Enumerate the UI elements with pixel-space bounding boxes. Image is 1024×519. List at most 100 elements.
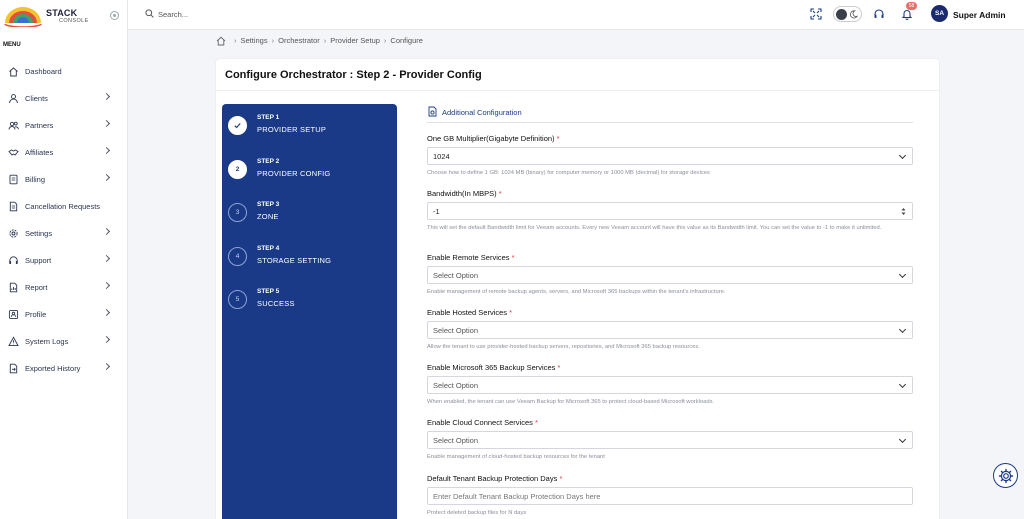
fullscreen-icon[interactable] <box>810 8 822 20</box>
sidebar-item-label: Billing <box>25 175 46 184</box>
default-tenant-backup-protection-days-input[interactable] <box>427 487 913 505</box>
breadcrumb-configure: Configure <box>390 36 423 45</box>
sidebar-item-support[interactable]: Support <box>0 247 128 274</box>
avatar[interactable]: SA <box>931 5 948 22</box>
text-input[interactable] <box>433 488 912 504</box>
topbar: 58 SA Super Admin <box>128 0 1024 30</box>
home-icon <box>8 66 19 77</box>
sidebar-item-report[interactable]: Report <box>0 274 128 301</box>
breadcrumb-settings[interactable]: Settings <box>241 36 268 45</box>
gear-icon <box>998 468 1013 483</box>
step-4: 4 STEP 4 STORAGE SETTING <box>228 245 393 275</box>
sidebar-item-system-logs[interactable]: System Logs <box>0 328 128 355</box>
logo-icon <box>4 7 42 27</box>
sidebar-collapse-icon[interactable] <box>110 11 119 20</box>
chevron-down-icon <box>898 380 907 389</box>
enable-remote-services-select[interactable]: Select Option <box>427 266 913 284</box>
field-label-text: Bandwidth(In MBPS) <box>427 189 497 198</box>
sidebar-item-exported-history[interactable]: Exported History <box>0 355 128 382</box>
headset-icon[interactable] <box>873 8 885 20</box>
sidebar-item-cancellation-requests[interactable]: Cancellation Requests <box>0 193 128 220</box>
sidebar-item-label: Exported History <box>25 364 81 373</box>
sidebar-item-label: Settings <box>25 229 53 238</box>
step-number: 3 <box>228 203 247 222</box>
bandwidth-input[interactable]: -1 <box>427 202 913 220</box>
required-marker: * <box>535 418 538 427</box>
select-value: Select Option <box>433 380 479 390</box>
section-header: Additional Configuration <box>427 106 913 123</box>
chevron-right-icon <box>102 335 111 344</box>
chevron-right-icon <box>102 308 111 317</box>
select-value: Select Option <box>433 325 479 335</box>
step-5: 5 STEP 5 SUCCESS <box>228 288 393 318</box>
breadcrumb-separator: › <box>271 36 275 45</box>
billing-icon <box>8 174 19 185</box>
field-label-text: Enable Microsoft 365 Backup Services <box>427 363 556 372</box>
input-value: -1 <box>433 206 440 216</box>
chevron-down-icon <box>898 435 907 444</box>
default-tenant-backup-protection-days-help: Protect deleted backup files for N days <box>427 510 527 516</box>
sidebar-item-dashboard[interactable]: Dashboard <box>0 58 128 85</box>
field-label-text: One GB Multiplier(Gigabyte Definition) <box>427 134 555 143</box>
sidebar: STACK CONSOLE MENU Dashboard Clients Partn… <box>0 0 128 519</box>
moon-icon <box>850 10 858 19</box>
sidebar-item-settings[interactable]: Settings <box>0 220 128 247</box>
enable-microsoft-365-backup-services-help: When enabled, the tenant can use Veeam B… <box>427 399 715 405</box>
enable-remote-services-help: Enable management of remote backup agent… <box>427 289 726 295</box>
export-icon <box>8 363 19 374</box>
step-name: STORAGE SETTING <box>257 255 332 265</box>
breadcrumb-orchestrator[interactable]: Orchestrator <box>278 36 320 45</box>
sidebar-item-affiliates[interactable]: Affiliates <box>0 139 128 166</box>
config-document-icon <box>428 106 437 117</box>
enable-hosted-services-help: Allow the tenant to use provider-hosted … <box>427 344 700 350</box>
search-input[interactable] <box>158 7 358 21</box>
chevron-right-icon <box>102 119 111 128</box>
breadcrumb-provider-setup[interactable]: Provider Setup <box>330 36 380 45</box>
chevron-right-icon <box>102 362 111 371</box>
sun-icon <box>836 9 847 20</box>
spinner-arrows-icon[interactable] <box>901 207 906 216</box>
sidebar-item-partners[interactable]: Partners <box>0 112 128 139</box>
enable-cloud-connect-services-select[interactable]: Select Option <box>427 431 913 449</box>
step-name: ZONE <box>257 212 279 221</box>
bandwidth-label: Bandwidth(In MBPS) * <box>427 189 502 198</box>
check-icon <box>228 116 247 135</box>
step-number: 5 <box>228 290 247 309</box>
select-value: Select Option <box>433 270 479 280</box>
chevron-right-icon <box>102 92 111 101</box>
chevron-right-icon <box>102 227 111 236</box>
sidebar-item-label: Dashboard <box>25 67 62 76</box>
home-icon[interactable] <box>216 36 226 46</box>
one-gb-multiplier-help: Choose how to define 1 GB: 1024 MB (bina… <box>427 170 710 176</box>
required-marker: * <box>559 474 563 483</box>
sidebar-item-clients[interactable]: Clients <box>0 85 128 112</box>
brand-logo[interactable]: STACK CONSOLE <box>4 5 124 27</box>
one-gb-multiplier-select[interactable]: 1024 <box>427 147 913 165</box>
breadcrumb: › Settings › Orchestrator › Provider Set… <box>216 35 423 46</box>
settings-fab[interactable] <box>993 463 1018 488</box>
step-title: STEP 5 <box>257 288 280 295</box>
card-divider <box>216 90 939 91</box>
step-3: 3 STEP 3 ZONE <box>228 201 393 231</box>
report-icon <box>8 282 19 293</box>
enable-cloud-connect-services-label: Enable Cloud Connect Services * <box>427 418 538 427</box>
step-2: 2 STEP 2 PROVIDER CONFIG <box>228 158 393 188</box>
menu-title: MENU <box>3 42 21 48</box>
page-title: Configure Orchestrator : Step 2 - Provid… <box>225 69 482 81</box>
user-name[interactable]: Super Admin <box>953 10 1006 20</box>
field-label-text: Enable Hosted Services <box>427 308 508 317</box>
enable-hosted-services-select[interactable]: Select Option <box>427 321 913 339</box>
required-marker: * <box>509 308 513 317</box>
step-1: STEP 1 PROVIDER SETUP <box>228 114 393 144</box>
breadcrumb-separator: › <box>323 36 327 45</box>
enable-microsoft-365-backup-services-select[interactable]: Select Option <box>427 376 913 394</box>
sidebar-item-profile[interactable]: Profile <box>0 301 128 328</box>
breadcrumb-separator: › <box>383 36 387 45</box>
headset-icon <box>8 255 19 266</box>
theme-toggle[interactable] <box>833 6 862 22</box>
one-gb-multiplier-label: One GB Multiplier(Gigabyte Definition) * <box>427 134 560 143</box>
sidebar-item-billing[interactable]: Billing <box>0 166 128 193</box>
step-number: 4 <box>228 246 247 266</box>
required-marker: * <box>511 253 515 262</box>
configure-card: Configure Orchestrator : Step 2 - Provid… <box>216 59 939 519</box>
